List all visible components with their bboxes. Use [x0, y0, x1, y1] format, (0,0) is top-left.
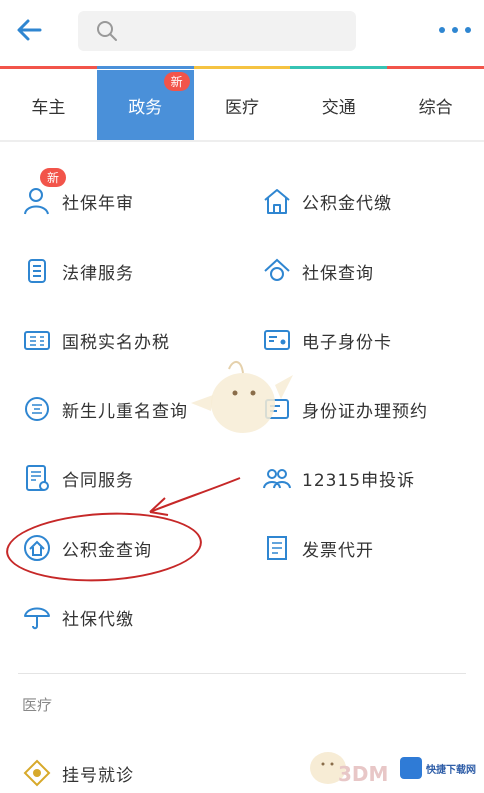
tab-general[interactable]: 综合 — [387, 70, 484, 140]
service-newborn-name-query[interactable]: 新生儿重名查询 — [22, 384, 188, 434]
more-dots-icon[interactable] — [436, 20, 474, 40]
mascot-watermark — [191, 361, 293, 433]
id-card-icon — [262, 325, 292, 355]
service-social-security-payment[interactable]: 社保代缴 — [22, 592, 134, 642]
house-icon — [262, 186, 292, 216]
tab-traffic[interactable]: 交通 — [290, 70, 387, 140]
top-bar — [0, 0, 484, 66]
watermark-logo-icon — [400, 757, 422, 779]
watermark-badge: 快捷下载网 — [400, 748, 480, 788]
tab-medical[interactable]: 医疗 — [194, 70, 291, 140]
new-badge: 新 — [163, 72, 190, 91]
tax-id-icon — [22, 325, 52, 355]
category-tabs: 车主 政务 新 医疗 交通 综合 — [0, 70, 484, 140]
service-legal[interactable]: 法律服务 — [22, 246, 134, 296]
back-arrow-icon[interactable] — [14, 15, 44, 45]
service-social-security-query[interactable]: 社保查询 — [262, 246, 374, 296]
service-12315-complaint[interactable]: 12315申投诉 — [262, 453, 415, 503]
contract-icon — [22, 463, 52, 493]
highlight-circle — [4, 507, 204, 587]
house-search-icon — [262, 256, 292, 286]
section-divider — [18, 673, 466, 674]
new-badge: 新 — [40, 168, 67, 187]
service-social-security-review[interactable]: 新 社保年审 — [22, 168, 134, 226]
person-icon — [22, 186, 52, 216]
service-housing-fund-payment[interactable]: 公积金代缴 — [262, 176, 392, 226]
service-hospital-registration[interactable]: 挂号就诊 — [22, 748, 134, 793]
diamond-icon — [22, 758, 52, 788]
invoice-icon — [262, 533, 292, 563]
search-input[interactable] — [78, 11, 356, 51]
service-contract[interactable]: 合同服务 — [22, 453, 134, 503]
people-complaint-icon — [262, 463, 292, 493]
name-tag-icon — [22, 394, 52, 424]
umbrella-icon — [22, 602, 52, 632]
tab-separator — [0, 140, 484, 142]
service-tax-real-name[interactable]: 国税实名办税 — [22, 315, 170, 365]
service-invoice-issuing[interactable]: 发票代开 — [262, 523, 374, 573]
search-icon — [97, 21, 117, 41]
watermark-text: 3DM — [338, 762, 389, 786]
tab-car-owner[interactable]: 车主 — [0, 70, 97, 140]
section-title-medical: 医疗 — [22, 696, 53, 714]
building-icon — [22, 256, 52, 286]
tab-government[interactable]: 政务 新 — [96, 70, 194, 140]
